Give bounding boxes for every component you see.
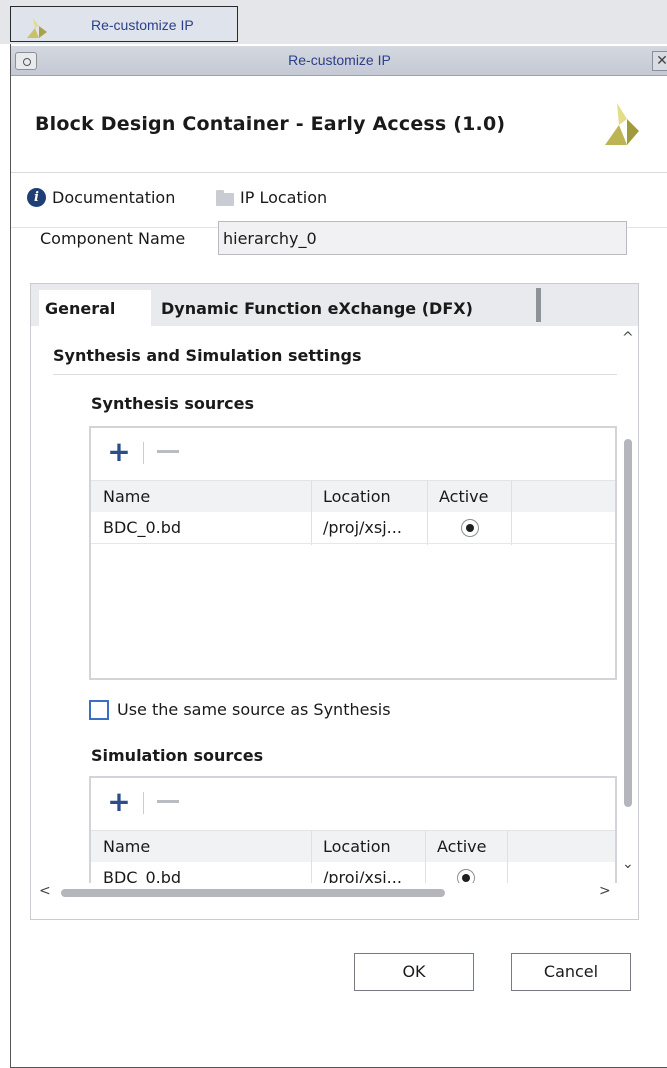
cell-name: BDC_0.bd xyxy=(103,868,182,883)
ip-location-link[interactable]: IP Location xyxy=(216,188,327,207)
tab-panel: General Dynamic Function eXchange (DFX) … xyxy=(30,283,639,920)
column-header-active[interactable]: Active xyxy=(439,487,489,506)
folder-icon xyxy=(216,189,234,206)
active-radio[interactable] xyxy=(461,519,479,537)
cell-location: /proj/xsj... xyxy=(323,518,402,537)
horizontal-scroll-thumb[interactable] xyxy=(61,889,445,897)
active-radio[interactable] xyxy=(457,869,475,883)
window-titlebar[interactable]: Re-customize IP ✕ xyxy=(11,46,667,76)
simulation-sources-title: Simulation sources xyxy=(91,746,264,765)
ip-title: Block Design Container - Early Access (1… xyxy=(35,113,506,135)
toolbar-divider xyxy=(143,442,144,464)
taskbar: Re-customize IP xyxy=(0,0,667,44)
dialog-toolbar: i Documentation IP Location xyxy=(11,174,667,228)
ip-location-label: IP Location xyxy=(240,188,328,207)
ok-button[interactable]: OK xyxy=(354,953,474,991)
tab-strip: General Dynamic Function eXchange (DFX) xyxy=(31,284,638,326)
table-row[interactable]: BDC_0.bd /proj/xsj... xyxy=(91,862,615,883)
column-header-location[interactable]: Location xyxy=(323,837,391,856)
column-header-name[interactable]: Name xyxy=(103,487,150,506)
simulation-table-toolbar: + xyxy=(91,778,615,830)
dialog-header: Block Design Container - Early Access (1… xyxy=(11,77,667,173)
documentation-label: Documentation xyxy=(52,188,176,207)
synthesis-remove-button[interactable] xyxy=(157,450,179,453)
taskbar-label: Re-customize IP xyxy=(91,17,194,33)
synthesis-add-button[interactable]: + xyxy=(107,438,131,466)
info-icon: i xyxy=(27,188,46,207)
tab-dfx[interactable]: Dynamic Function eXchange (DFX) xyxy=(161,290,473,326)
simulation-sources-table: + Name Location Active BDC_0.bd /proj/xs… xyxy=(89,776,617,883)
toolbar-divider xyxy=(143,792,144,814)
synthesis-table-toolbar: + xyxy=(91,428,615,480)
tab-strip-divider xyxy=(536,288,541,322)
close-icon[interactable]: ✕ xyxy=(652,51,667,71)
section-divider xyxy=(53,374,617,375)
scroll-up-icon[interactable]: ^ xyxy=(622,330,634,346)
cancel-button[interactable]: Cancel xyxy=(511,953,631,991)
synthesis-table-header: Name Location Active xyxy=(91,480,615,545)
general-tab-content: Synthesis and Simulation settings Synthe… xyxy=(31,326,638,883)
same-source-label: Use the same source as Synthesis xyxy=(117,700,391,719)
simulation-add-button[interactable]: + xyxy=(107,788,131,816)
table-row[interactable]: BDC_0.bd /proj/xsj... xyxy=(91,512,615,544)
window-title: Re-customize IP xyxy=(288,52,391,68)
taskbar-button-recustomize-ip[interactable]: Re-customize IP xyxy=(10,6,238,42)
horizontal-scrollbar[interactable]: < > xyxy=(31,882,638,904)
component-name-field[interactable] xyxy=(218,221,627,255)
xilinx-logo-icon xyxy=(605,103,639,145)
scroll-left-icon[interactable]: < xyxy=(39,883,51,899)
vivado-logo-icon xyxy=(27,18,47,38)
scroll-down-icon[interactable]: ⌄ xyxy=(622,856,634,872)
cell-location: /proj/xsj... xyxy=(323,868,402,883)
vertical-scrollbar[interactable]: ^ ⌄ xyxy=(618,326,638,882)
column-header-active[interactable]: Active xyxy=(437,837,487,856)
same-source-checkbox[interactable] xyxy=(89,700,109,720)
synthesis-sources-table: + Name Location Active BDC_0.bd /proj/xs… xyxy=(89,426,617,680)
vertical-scroll-thumb[interactable] xyxy=(624,439,632,807)
section-title: Synthesis and Simulation settings xyxy=(53,346,362,365)
simulation-remove-button[interactable] xyxy=(157,800,179,803)
tab-general[interactable]: General xyxy=(39,290,151,326)
scroll-right-icon[interactable]: > xyxy=(599,883,611,899)
synthesis-sources-title: Synthesis sources xyxy=(91,394,254,413)
documentation-link[interactable]: i Documentation xyxy=(27,188,175,207)
component-name-label: Component Name xyxy=(40,229,186,248)
simulation-table-header: Name Location Active xyxy=(91,830,615,883)
column-header-location[interactable]: Location xyxy=(323,487,391,506)
cell-name: BDC_0.bd xyxy=(103,518,182,537)
column-header-name[interactable]: Name xyxy=(103,837,150,856)
